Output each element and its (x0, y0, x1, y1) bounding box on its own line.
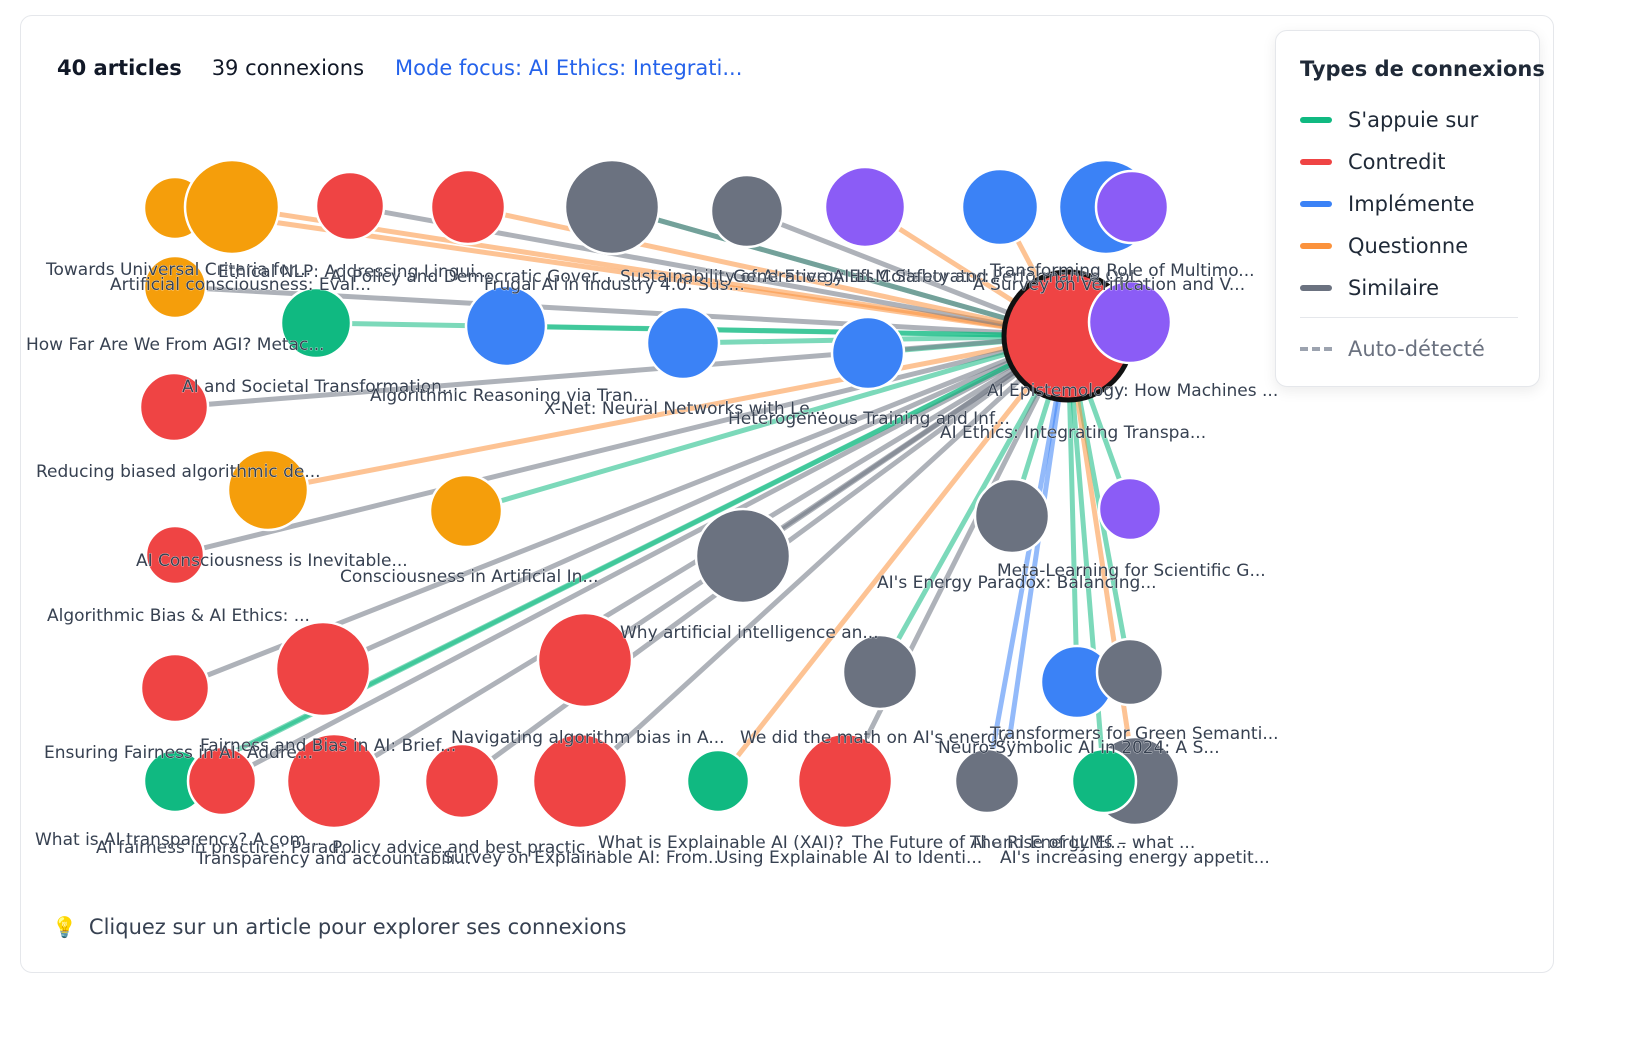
node-label: Transforming Role of Multimo... (989, 261, 1255, 281)
legend-label: Questionne (1348, 234, 1469, 258)
red-line-icon (1300, 159, 1332, 165)
article-node[interactable] (645, 305, 721, 381)
hint-text: Cliquez sur un article pour explorer ses… (88, 915, 627, 939)
article-node[interactable] (1097, 476, 1163, 542)
node-label: AI Epistemology: How Machines ... (987, 381, 1278, 401)
orange-line-icon (1300, 243, 1332, 249)
article-node[interactable] (823, 165, 907, 249)
hint-bar: 💡 Cliquez sur un article pour explorer s… (52, 915, 627, 939)
article-node[interactable] (1070, 747, 1138, 815)
article-node[interactable] (973, 477, 1051, 555)
lightbulb-icon: 💡 (52, 915, 77, 939)
legend-label: S'appuie sur (1348, 108, 1479, 132)
node-label: Transparency and accountabili... (195, 849, 472, 869)
article-node[interactable] (953, 747, 1021, 815)
article-node[interactable] (183, 158, 281, 256)
article-node[interactable] (1095, 637, 1165, 707)
edge-line (172, 333, 1071, 558)
node-label: Why artificial intelligence an... (620, 623, 879, 643)
node-label: Algorithmic Bias & AI Ethics: ... (47, 606, 310, 626)
article-node[interactable] (830, 315, 906, 391)
legend-panel: Types de connexions S'appuie sur Contred… (1275, 30, 1545, 387)
article-node[interactable] (531, 732, 629, 830)
article-node[interactable] (1094, 169, 1170, 245)
legend-item-similaire: Similaire (1300, 267, 1539, 309)
article-node[interactable] (429, 168, 507, 246)
legend-divider (1300, 317, 1518, 318)
gray-line-icon (1300, 285, 1332, 291)
node-label: AI Ethics: Integrating Transpa... (940, 423, 1206, 443)
node-label: Consciousness in Artificial In... (340, 567, 599, 587)
node-label: Navigating algorithm bias in A... (451, 728, 725, 748)
node-label: How Far Are We From AGI? Metac... (26, 335, 325, 355)
node-label: Neuro-Symbolic AI in 2024: A S... (938, 738, 1220, 758)
legend-title: Types de connexions (1300, 57, 1545, 81)
article-node[interactable] (536, 611, 634, 709)
article-node[interactable] (694, 507, 792, 605)
article-node[interactable] (139, 652, 211, 724)
article-node[interactable] (841, 633, 919, 711)
node-label: What is AI transparency? A com... (35, 830, 322, 850)
node-label: Reducing biased algorithmic de... (36, 462, 321, 482)
node-label: Artificial consciousness: Eval... (110, 275, 371, 295)
article-node[interactable] (563, 158, 661, 256)
legend-item-implemente: Implémente (1300, 183, 1539, 225)
legend-item-contredit: Contredit (1300, 141, 1539, 183)
legend-label: Implémente (1348, 192, 1475, 216)
article-node[interactable] (274, 620, 372, 718)
article-node[interactable] (709, 173, 785, 249)
legend-item-appuie: S'appuie sur (1300, 99, 1539, 141)
legend-label: Similaire (1348, 276, 1440, 300)
blue-line-icon (1300, 201, 1332, 207)
dashed-line-icon (1300, 347, 1332, 351)
node-label: Meta-Learning for Scientific G... (997, 561, 1266, 581)
node-label: AI's increasing energy appetit... (1000, 848, 1270, 868)
article-node[interactable] (960, 167, 1040, 247)
legend-item-questionne: Questionne (1300, 225, 1539, 267)
legend-item-auto: Auto-détecté (1300, 328, 1539, 370)
green-line-icon (1300, 117, 1332, 123)
legend-label: Contredit (1348, 150, 1446, 174)
article-node[interactable] (464, 284, 548, 368)
article-node[interactable] (796, 732, 894, 830)
article-node[interactable] (314, 170, 386, 242)
legend-label: Auto-détecté (1348, 337, 1485, 361)
node-label: Ensuring Fairness in AI: Addre... (44, 743, 313, 763)
article-node[interactable] (685, 748, 751, 814)
article-node[interactable] (428, 473, 504, 549)
